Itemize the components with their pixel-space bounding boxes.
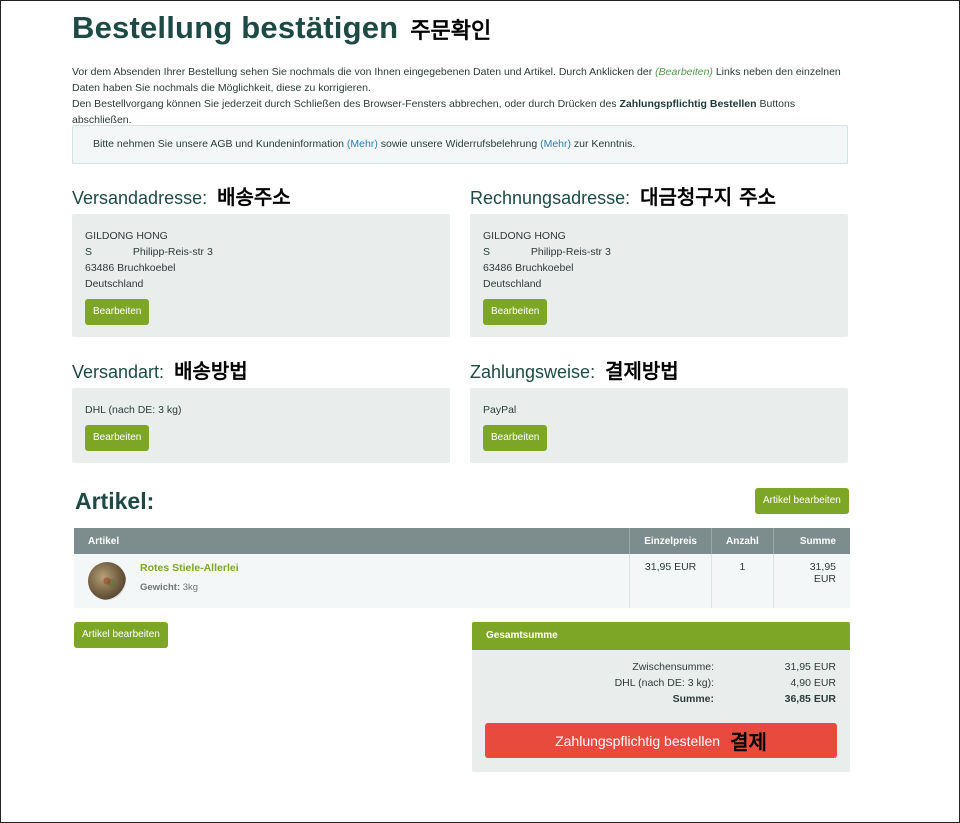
product-weight-value: 3kg: [182, 582, 199, 593]
shipping-address-annotation: 배송주소: [217, 185, 291, 209]
articles-title: Artikel:: [75, 488, 155, 514]
billing-address-card: GILDONG HONG S Philipp-Reis-str 3 63486 …: [470, 214, 848, 337]
notice-text-2: sowie unsere Widerrufsbelehrung: [377, 138, 541, 150]
payment-method-annotation: 결제방법: [605, 359, 679, 383]
title-annotation: 주문확인: [410, 19, 492, 44]
edit-shipping-address-button[interactable]: Bearbeiten: [85, 299, 150, 325]
table-row: Rotes Stiele-Allerlei Gewicht: 3kg 31,95…: [74, 554, 850, 608]
shipping-method-card: DHL (nach DE: 3 kg) Bearbeiten: [72, 388, 450, 463]
shipping-cost-value: 4,90 EUR: [790, 677, 836, 689]
quantity-cell: 1: [711, 554, 774, 608]
payment-method-value: PayPal: [483, 404, 517, 416]
intro-text-bold: Zahlungspflichtig Bestellen: [619, 98, 757, 110]
page-title: Bestellung bestätigen: [72, 10, 399, 45]
payment-method-title: Zahlungsweise:: [470, 362, 596, 382]
shipping-method-title: Versandart:: [72, 362, 165, 382]
column-header-article: Artikel: [74, 528, 631, 554]
intro-text-1: Vor dem Absenden Ihrer Bestellung sehen …: [72, 66, 656, 78]
billing-address-line: Deutschland: [483, 278, 542, 290]
billing-address-title: Rechnungsadresse:: [470, 188, 631, 208]
edit-articles-button-top[interactable]: Artikel bearbeiten: [755, 488, 849, 514]
shipping-address-line: GILDONG HONG: [85, 230, 168, 242]
totals-title: Gesamtsumme: [472, 622, 850, 650]
billing-address-heading: Rechnungsadresse: 대금청구지 주소: [470, 181, 776, 210]
billing-address-line: GILDONG HONG: [483, 230, 566, 242]
edit-articles-button-bottom[interactable]: Artikel bearbeiten: [74, 622, 168, 648]
column-header-unit-price: Einzelpreis: [629, 528, 712, 554]
place-order-label: Zahlungspflichtig bestellen: [555, 732, 721, 749]
subtotal-value: 31,95 EUR: [784, 661, 836, 673]
edit-shipping-method-button[interactable]: Bearbeiten: [85, 425, 150, 451]
product-thumbnail[interactable]: [88, 562, 126, 600]
articles-table: Artikel Einzelpreis Anzahl Summe Rotes S…: [74, 528, 850, 608]
shipping-method-value: DHL (nach DE: 3 kg): [85, 404, 182, 416]
unit-price-cell: 31,95 EUR: [629, 554, 712, 608]
place-order-annotation: 결제: [730, 730, 767, 754]
intro-text: Vor dem Absenden Ihrer Bestellung sehen …: [72, 64, 848, 128]
shipping-method-annotation: 배송방법: [174, 359, 248, 383]
product-text: Rotes Stiele-Allerlei Gewicht: 3kg: [140, 561, 239, 593]
notice-text-1: Bitte nehmen Sie unsere AGB und Kundenin…: [93, 138, 347, 150]
intro-edit-link[interactable]: (Bearbeiten): [655, 66, 713, 78]
shipping-address-line: Deutschland: [85, 278, 144, 290]
product-name-link[interactable]: Rotes Stiele-Allerlei: [140, 562, 239, 574]
table-header-row: Artikel Einzelpreis Anzahl Summe: [74, 528, 850, 554]
product-weight-label: Gewicht:: [140, 582, 181, 593]
product-weight: Gewicht: 3kg: [140, 582, 239, 593]
notice-text-3: zur Kenntnis.: [571, 138, 636, 150]
total-value: 36,85 EUR: [784, 693, 836, 705]
total-label: Summe:: [672, 693, 714, 705]
terms-notice: Bitte nehmen Sie unsere AGB und Kundenin…: [72, 125, 848, 164]
shipping-method-heading: Versandart: 배송방법: [72, 355, 248, 384]
shipping-cost-label: DHL (nach DE: 3 kg):: [614, 677, 714, 689]
payment-method-heading: Zahlungsweise: 결제방법: [470, 355, 679, 384]
shipping-address-line: S Philipp-Reis-str 3: [85, 246, 213, 258]
billing-address-annotation: 대금청구지 주소: [640, 185, 776, 209]
shipping-address-title: Versandadresse:: [72, 188, 208, 208]
edit-billing-address-button[interactable]: Bearbeiten: [483, 299, 548, 325]
shipping-address-line: 63486 Bruchkoebel: [85, 262, 176, 274]
place-order-button[interactable]: Zahlungspflichtig bestellen 결제: [485, 723, 837, 758]
sum-cell: 31,95 EUR: [773, 554, 850, 608]
agb-more-link[interactable]: (Mehr): [347, 138, 378, 150]
shipping-address-card: GILDONG HONG S Philipp-Reis-str 3 63486 …: [72, 214, 450, 337]
billing-address-line: 63486 Bruchkoebel: [483, 262, 574, 274]
edit-payment-method-button[interactable]: Bearbeiten: [483, 425, 548, 451]
subtotal-label: Zwischensumme:: [632, 661, 714, 673]
billing-address-line: S Philipp-Reis-str 3: [483, 246, 611, 258]
article-cell: Rotes Stiele-Allerlei Gewicht: 3kg: [74, 554, 631, 608]
payment-method-card: PayPal Bearbeiten: [470, 388, 848, 463]
shipping-address-heading: Versandadresse: 배송주소: [72, 181, 291, 210]
withdrawal-more-link[interactable]: (Mehr): [540, 138, 571, 150]
product-info: Rotes Stiele-Allerlei Gewicht: 3kg: [88, 561, 615, 600]
intro-text-3: Den Bestellvorgang können Sie jederzeit …: [72, 98, 620, 110]
order-totals-box: Gesamtsumme Zwischensumme: 31,95 EUR DHL…: [472, 622, 850, 772]
title-row: Bestellung bestätigen 주문확인: [72, 10, 491, 46]
column-header-quantity: Anzahl: [711, 528, 774, 554]
column-header-sum: Summe: [773, 528, 850, 554]
